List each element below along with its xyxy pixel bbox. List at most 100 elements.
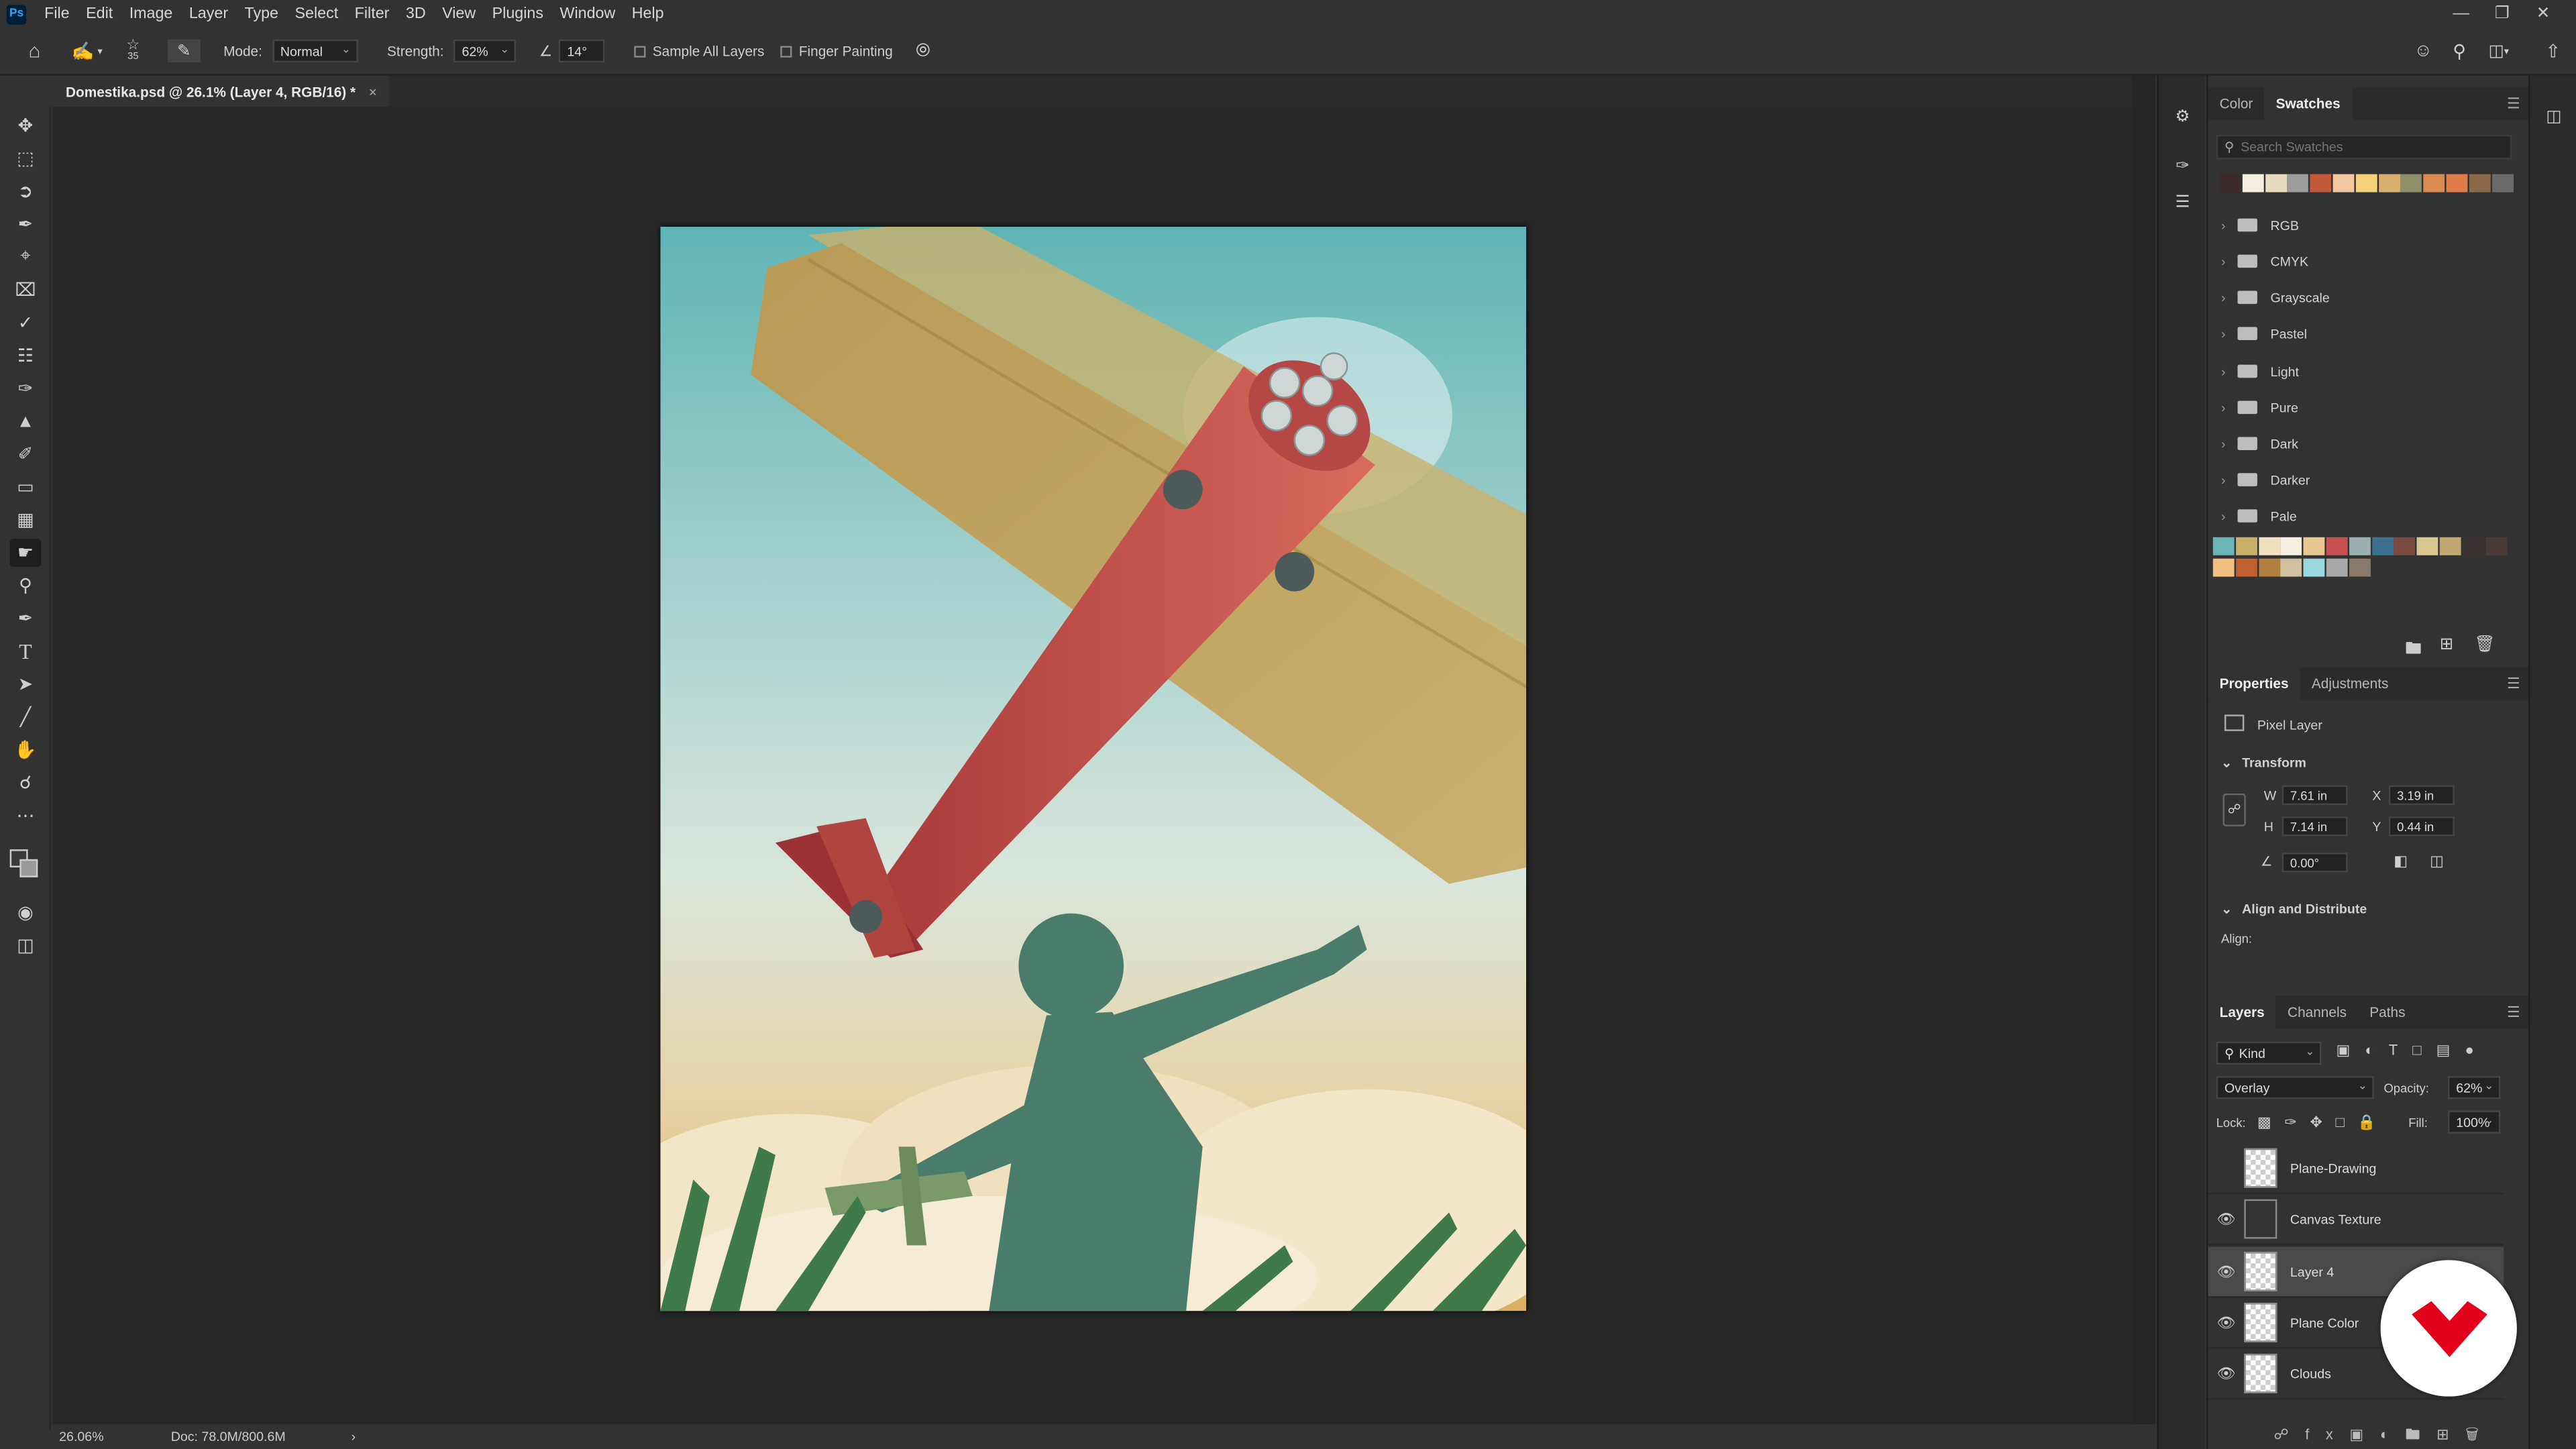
tab-channels[interactable]: Channels (2276, 996, 2358, 1028)
close-window-button[interactable]: ✕ (2522, 0, 2565, 28)
layer-filter-icons[interactable]: ▣◐T□▤● (2336, 1042, 2488, 1060)
transform-section[interactable]: ⌄ Transform (2221, 756, 2306, 771)
brush-settings-panel-icon[interactable]: ✑ (2170, 154, 2195, 179)
panel-menu-icon[interactable]: ☰ (2507, 95, 2520, 113)
swatch[interactable] (2371, 537, 2394, 555)
frame-tool-icon[interactable]: ⌧ (10, 276, 42, 304)
swatch[interactable] (2416, 537, 2438, 555)
tab-paths[interactable]: Paths (2358, 996, 2417, 1028)
menu-file[interactable]: File (36, 5, 78, 23)
workspace-icon[interactable]: ◫ ▾ (2484, 40, 2514, 62)
quick-mask-icon[interactable]: ◉ (10, 899, 42, 927)
minimize-button[interactable]: — (2440, 0, 2483, 28)
menu-type[interactable]: Type (236, 5, 286, 23)
swatch[interactable] (2235, 537, 2257, 555)
lock-pixels-icon[interactable]: ✑ (2284, 1114, 2310, 1130)
gradient-tool-icon[interactable]: ▦ (10, 506, 42, 534)
lock-transparency-icon[interactable]: ▩ (2257, 1114, 2284, 1130)
swatch[interactable] (2265, 174, 2287, 193)
swatch[interactable] (2303, 537, 2325, 555)
layer-row-plane-drawing[interactable]: Plane-Drawing (2208, 1144, 2504, 1195)
line-tool-icon[interactable]: ╱ (10, 703, 42, 731)
pressure-icon[interactable]: ⦾ (916, 40, 930, 62)
eraser-tool-icon[interactable]: ▭ (10, 473, 42, 501)
learn-icon[interactable]: ☺ (2412, 40, 2434, 62)
shape-filter-icon[interactable]: □ (2412, 1042, 2436, 1058)
adjustment-filter-icon[interactable]: ◐ (2365, 1042, 2388, 1058)
swatch-folder-light[interactable]: › Light (2221, 354, 2299, 390)
sample-all-layers-checkbox[interactable]: Sample All Layers (634, 43, 764, 59)
swatch[interactable] (2394, 537, 2416, 555)
tab-swatches[interactable]: Swatches (2264, 87, 2352, 120)
history-panel-icon[interactable]: ⚙ (2170, 105, 2195, 130)
swatch-folder-pure[interactable]: › Pure (2221, 389, 2298, 425)
lock-artboard-icon[interactable]: □ (2336, 1114, 2358, 1130)
smudge-tool-preset-icon[interactable]: ✍ ▾ (66, 40, 109, 61)
swatch-folder-grayscale[interactable]: › Grayscale (2221, 279, 2330, 315)
panel-menu-icon[interactable]: ☰ (2507, 1004, 2520, 1022)
menu-edit[interactable]: Edit (78, 5, 121, 23)
swatch[interactable] (2212, 558, 2235, 577)
fx-icon[interactable]: fx (2305, 1426, 2349, 1442)
link-dimensions-icon[interactable]: ☍ (2222, 793, 2246, 826)
swatch[interactable] (2446, 174, 2468, 193)
smudge-tool-icon[interactable]: ☛ (9, 539, 42, 567)
document-tab[interactable]: Domestika.psd @ 26.1% (Layer 4, RGB/16) … (52, 75, 390, 107)
swatch[interactable] (2349, 537, 2371, 555)
swatch[interactable] (2281, 558, 2303, 577)
y-position-field[interactable]: 0.44 in (2388, 816, 2455, 837)
swatch-folder-darker[interactable]: › Darker (2221, 462, 2310, 498)
home-icon[interactable]: ⌂ (16, 40, 52, 62)
swatch[interactable] (2469, 174, 2491, 193)
swatch[interactable] (2303, 558, 2325, 577)
swatch-folder-dark[interactable]: › Dark (2221, 425, 2298, 462)
menu-select[interactable]: Select (286, 5, 346, 23)
new-group-icon[interactable]: 🖿 (2406, 1426, 2437, 1442)
share-icon[interactable]: ⇧ (2542, 40, 2565, 62)
quick-select-tool-icon[interactable]: ✒ (10, 210, 42, 238)
delete-swatch-icon[interactable]: 🗑 (2474, 636, 2495, 654)
x-position-field[interactable]: 3.19 in (2388, 785, 2455, 806)
delete-layer-icon[interactable]: 🗑 (2465, 1426, 2495, 1442)
align-distribute-section[interactable]: ⌄ Align and Distribute (2221, 902, 2367, 917)
swatch[interactable] (2423, 174, 2445, 193)
type-filter-icon[interactable]: T (2389, 1042, 2413, 1058)
link-layers-icon[interactable]: ☍ (2273, 1426, 2305, 1442)
crop-tool-icon[interactable]: ⌖ (10, 243, 42, 271)
swatch[interactable] (2332, 174, 2355, 193)
swatch[interactable] (2439, 537, 2461, 555)
menu-window[interactable]: Window (551, 5, 623, 23)
angle-field[interactable]: 0.00° (2282, 853, 2348, 873)
new-layer-icon[interactable]: ⊞ (2436, 1426, 2465, 1442)
tab-layers[interactable]: Layers (2208, 996, 2276, 1029)
more-tools-icon[interactable]: ⋯ (10, 802, 42, 830)
swatch[interactable] (2212, 537, 2235, 555)
swatch[interactable] (2485, 537, 2507, 555)
eye-icon[interactable]: 👁 (2208, 1263, 2244, 1281)
libraries-panel-icon[interactable]: ◫ (2542, 105, 2567, 130)
eye-icon[interactable]: 👁 (2208, 1364, 2244, 1383)
background-color-swatch[interactable] (19, 859, 38, 877)
swatch[interactable] (2326, 558, 2348, 577)
fill-input[interactable]: 100% ⌄ (2448, 1110, 2501, 1134)
canvas-vertical-scrollbar[interactable] (2132, 75, 2156, 1425)
path-selection-tool-icon[interactable]: ➤ (10, 670, 42, 698)
artwork-canvas[interactable] (660, 226, 1527, 1311)
swatch-folder-pale[interactable]: › Pale (2221, 498, 2297, 534)
add-mask-icon[interactable]: ▣ (2349, 1426, 2379, 1442)
swatch[interactable] (2258, 537, 2280, 555)
swatch[interactable] (2287, 174, 2309, 193)
swatch-folder-cmyk[interactable]: › CMYK (2221, 243, 2308, 279)
opacity-input[interactable]: 62% ⌄ (2448, 1076, 2501, 1099)
lock-buttons[interactable]: ▩✑✥□🔒 (2257, 1114, 2390, 1132)
layer-filter-select[interactable]: ⚲ Kind ⌄ (2216, 1041, 2322, 1065)
zoom-level[interactable]: 26.06% (59, 1430, 158, 1444)
canvas-area[interactable] (52, 107, 2133, 1425)
adjustments-panel-icon[interactable]: ☰ (2170, 191, 2195, 215)
mode-select[interactable]: Normal ⌄ (272, 39, 358, 63)
swatch[interactable] (2355, 174, 2377, 193)
marquee-tool-icon[interactable]: ⬚ (10, 145, 42, 173)
clone-stamp-tool-icon[interactable]: ▲ (10, 407, 42, 435)
tab-adjustments[interactable]: Adjustments (2300, 667, 2400, 700)
layer-row-canvas-texture[interactable]: 👁 Canvas Texture (2208, 1194, 2504, 1246)
